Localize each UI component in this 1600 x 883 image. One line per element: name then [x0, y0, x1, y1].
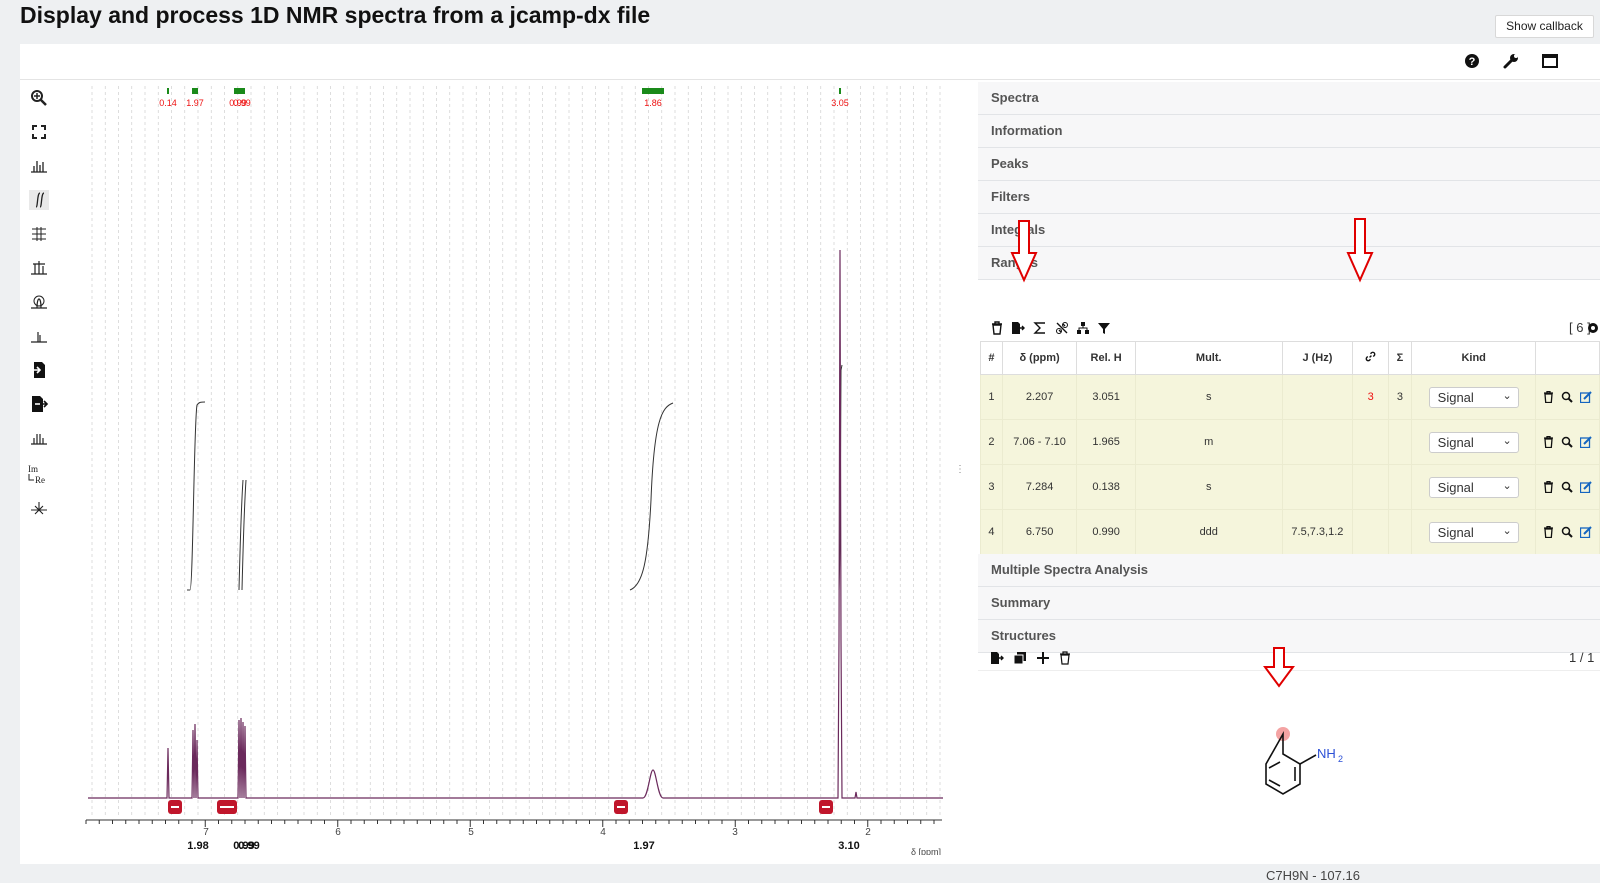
- arrow-down-icon: [1263, 647, 1295, 688]
- arrow-down-icon: [1346, 218, 1374, 283]
- arrow-down-icon: [1010, 220, 1038, 283]
- annotation-arrows: [1010, 218, 1374, 688]
- molecular-formula: C7H9N - 107.16: [1266, 868, 1360, 883]
